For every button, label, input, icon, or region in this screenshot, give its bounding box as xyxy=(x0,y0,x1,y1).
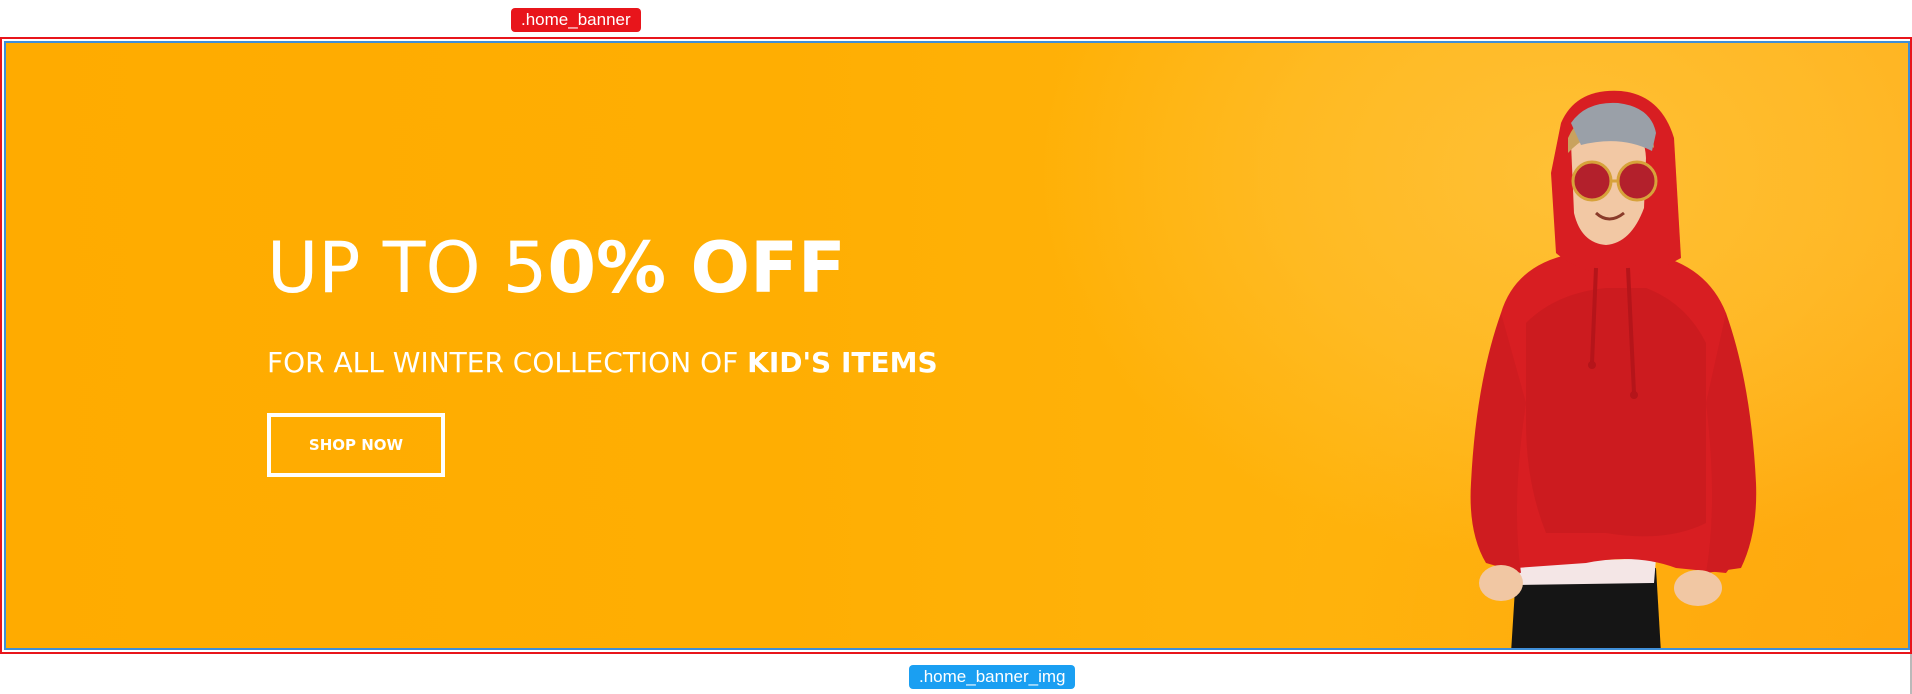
home-banner-selector-label: .home_banner xyxy=(511,8,641,32)
home-banner-img-selector-label: .home_banner_img xyxy=(909,665,1076,689)
home-banner-img-outline xyxy=(4,41,1910,650)
